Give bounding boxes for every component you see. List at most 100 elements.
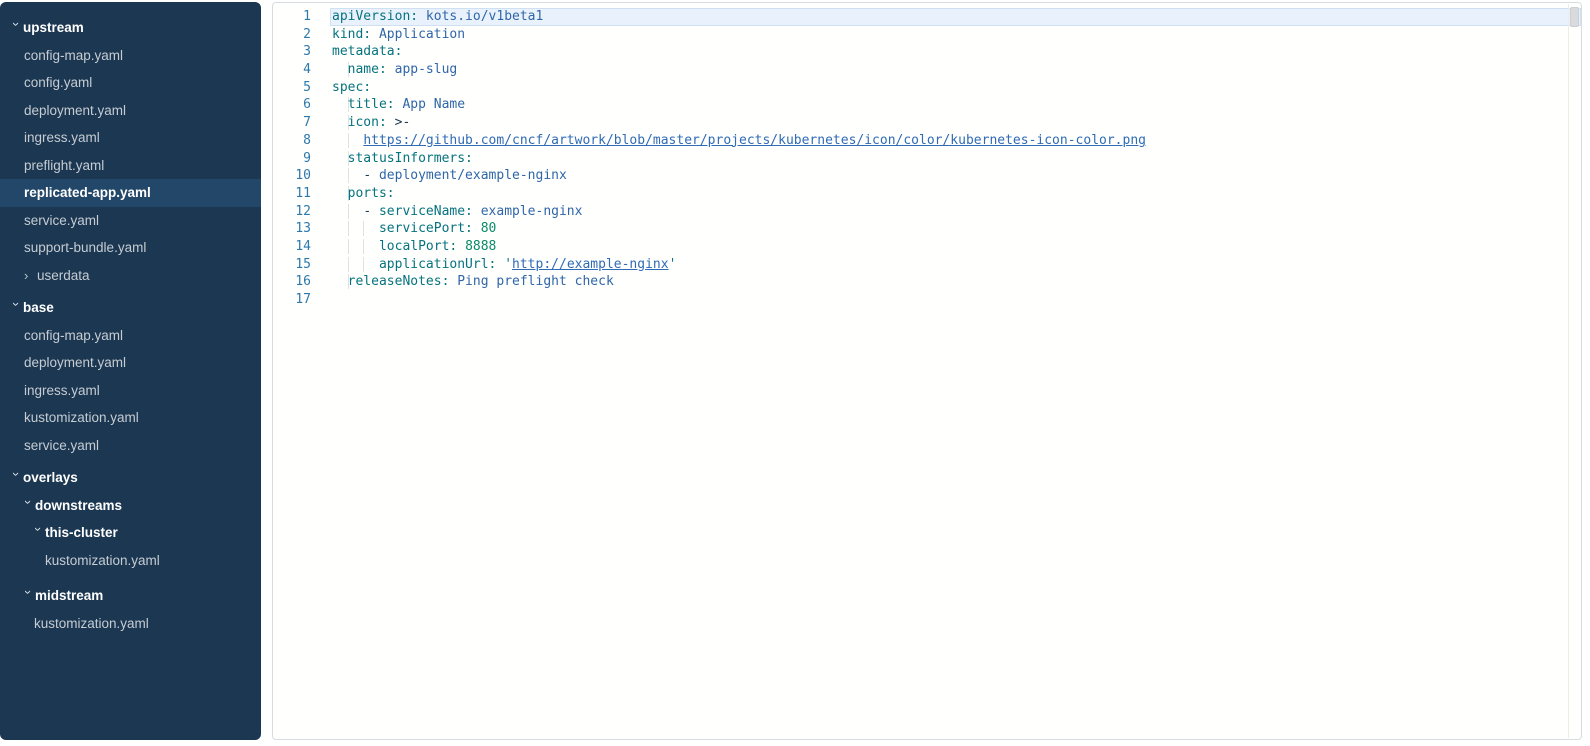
code-line-content: metadata:: [330, 43, 1581, 61]
sidebar-item-label: kustomization.yaml: [24, 410, 139, 425]
vertical-scrollbar[interactable]: [1568, 4, 1580, 738]
indent-guide: [332, 97, 349, 112]
line-number: 5: [273, 79, 311, 97]
code-line-content: localPort: 8888: [330, 238, 1581, 256]
sidebar-item-label: deployment.yaml: [24, 103, 126, 118]
code-line[interactable]: 1 apiVersion: kots.io/v1beta1: [273, 8, 1581, 26]
code-lines: 1 apiVersion: kots.io/v1beta12kind: Appli…: [273, 8, 1581, 309]
code-line-content: name: app-slug: [330, 61, 1581, 79]
code-line[interactable]: 2kind: Application: [273, 26, 1581, 44]
code-line[interactable]: 5 spec:: [273, 79, 1581, 97]
indent-guide: [332, 62, 349, 77]
sidebar-item-kustomization-yaml[interactable]: kustomization.yaml: [0, 547, 261, 575]
code-line-content: ports:: [330, 185, 1581, 203]
indent-guide: [332, 257, 349, 272]
sidebar-item-ingress-yaml[interactable]: ingress.yaml: [0, 124, 261, 152]
sidebar-item-deployment-yaml[interactable]: deployment.yaml: [0, 97, 261, 125]
code-line-content: releaseNotes: Ping preflight check: [330, 273, 1581, 291]
code-line-content: spec:: [330, 79, 1581, 97]
line-number: 4: [273, 61, 311, 79]
sidebar-item-this-cluster[interactable]: ›this-cluster: [0, 519, 261, 547]
code-line[interactable]: 16 releaseNotes: Ping preflight check: [273, 273, 1581, 291]
code-line-content: title: App Name: [330, 96, 1581, 114]
code-line[interactable]: 17: [273, 291, 1581, 309]
indent-guide: [348, 221, 365, 236]
code-line[interactable]: 14 localPort: 8888: [273, 238, 1581, 256]
sidebar-item-deployment-yaml[interactable]: deployment.yaml: [0, 349, 261, 377]
sidebar-item-kustomization-yaml[interactable]: kustomization.yaml: [0, 404, 261, 432]
sidebar-item-config-map-yaml[interactable]: config-map.yaml: [0, 322, 261, 350]
chevron-down-icon: ›: [22, 590, 35, 603]
code-line-content: apiVersion: kots.io/v1beta1: [330, 8, 1581, 26]
code-line-content: - serviceName: example-nginx: [330, 203, 1581, 221]
sidebar-item-label: kustomization.yaml: [45, 553, 160, 568]
indent-guide: [332, 115, 349, 130]
code-line[interactable]: 13 servicePort: 80: [273, 220, 1581, 238]
sidebar-item-upstream[interactable]: ›upstream: [0, 14, 261, 42]
line-number: 11: [273, 185, 311, 203]
sidebar-item-base[interactable]: ›base: [0, 294, 261, 322]
line-number: 1: [273, 8, 311, 26]
sidebar-item-midstream[interactable]: ›midstream: [0, 582, 261, 610]
sidebar-item-config-yaml[interactable]: config.yaml: [0, 69, 261, 97]
line-number: 2: [273, 26, 311, 44]
code-line[interactable]: 8 https://github.com/cncf/artwork/blob/m…: [273, 132, 1581, 150]
sidebar-item-label: preflight.yaml: [24, 158, 104, 173]
scrollbar-thumb[interactable]: [1570, 7, 1579, 27]
sidebar-item-label: kustomization.yaml: [34, 616, 149, 631]
url-link[interactable]: http://example-nginx: [512, 257, 669, 272]
sidebar-item-ingress-yaml[interactable]: ingress.yaml: [0, 377, 261, 405]
chevron-down-icon: ›: [10, 22, 23, 35]
indent-guide: [332, 168, 349, 183]
line-number: 10: [273, 167, 311, 185]
sidebar-item-label: midstream: [35, 588, 103, 603]
sidebar-item-kustomization-yaml[interactable]: kustomization.yaml: [0, 610, 261, 638]
indent-guide: [332, 151, 349, 166]
code-line-content: https://github.com/cncf/artwork/blob/mas…: [330, 132, 1581, 150]
code-line-content: statusInformers:: [330, 150, 1581, 168]
sidebar-item-label: base: [23, 300, 54, 315]
code-line[interactable]: 6 title: App Name: [273, 96, 1581, 114]
code-line[interactable]: 10 - deployment/example-nginx: [273, 167, 1581, 185]
chevron-down-icon: ›: [32, 527, 45, 540]
line-number: 9: [273, 150, 311, 168]
chevron-down-icon: ›: [22, 500, 35, 513]
sidebar-item-replicated-app-yaml[interactable]: replicated-app.yaml: [0, 179, 261, 207]
code-line-content: - deployment/example-nginx: [330, 167, 1581, 185]
line-number: 8: [273, 132, 311, 150]
sidebar-item-label: support-bundle.yaml: [24, 240, 146, 255]
code-line[interactable]: 15 applicationUrl: 'http://example-nginx…: [273, 256, 1581, 274]
sidebar-item-config-map-yaml[interactable]: config-map.yaml: [0, 42, 261, 70]
sidebar-item-label: service.yaml: [24, 213, 99, 228]
sidebar-item-label: service.yaml: [24, 438, 99, 453]
code-editor[interactable]: 1 apiVersion: kots.io/v1beta12kind: Appli…: [272, 2, 1582, 740]
chevron-down-icon: ›: [10, 302, 23, 315]
sidebar-item-overlays[interactable]: ›overlays: [0, 464, 261, 492]
sidebar-item-userdata[interactable]: ›userdata: [0, 262, 261, 290]
sidebar-item-label: replicated-app.yaml: [24, 185, 151, 200]
sidebar-item-support-bundle-yaml[interactable]: support-bundle.yaml: [0, 234, 261, 262]
line-number: 6: [273, 96, 311, 114]
code-line[interactable]: 7 icon: >-: [273, 114, 1581, 132]
url-link[interactable]: https://github.com/cncf/artwork/blob/mas…: [363, 133, 1146, 148]
sidebar-item-service-yaml[interactable]: service.yaml: [0, 207, 261, 235]
sidebar-item-service-yaml[interactable]: service.yaml: [0, 432, 261, 460]
sidebar-item-label: config-map.yaml: [24, 48, 123, 63]
sidebar-item-preflight-yaml[interactable]: preflight.yaml: [0, 152, 261, 180]
code-line[interactable]: 4 name: app-slug: [273, 61, 1581, 79]
chevron-right-icon: ›: [24, 269, 37, 282]
code-line[interactable]: 12 - serviceName: example-nginx: [273, 203, 1581, 221]
line-number: 17: [273, 291, 311, 309]
line-number: 7: [273, 114, 311, 132]
sidebar-item-downstreams[interactable]: ›downstreams: [0, 492, 261, 520]
indent-guide: [332, 221, 349, 236]
line-number: 14: [273, 238, 311, 256]
sidebar-item-label: config.yaml: [24, 75, 92, 90]
code-line[interactable]: 3metadata:: [273, 43, 1581, 61]
code-line[interactable]: 9 statusInformers:: [273, 150, 1581, 168]
code-line-content: servicePort: 80: [330, 220, 1581, 238]
indent-guide: [348, 257, 365, 272]
sidebar-item-label: ingress.yaml: [24, 383, 100, 398]
sidebar-item-label: downstreams: [35, 498, 122, 513]
code-line[interactable]: 11 ports:: [273, 185, 1581, 203]
